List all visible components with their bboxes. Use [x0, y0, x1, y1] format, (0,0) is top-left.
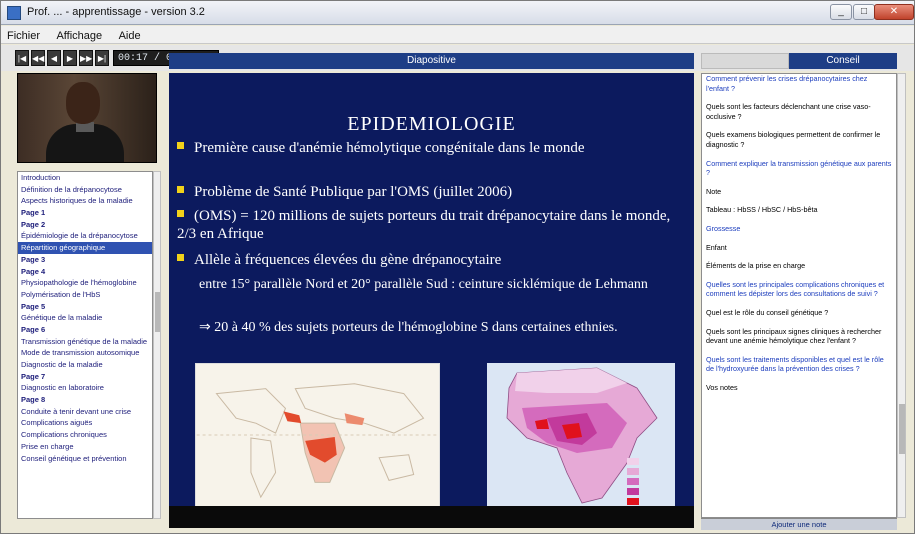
slide-title: EPIDEMIOLOGIE	[347, 113, 516, 135]
first-slide-button[interactable]: |◀	[15, 50, 29, 66]
speaker-video	[17, 73, 157, 163]
toc-item[interactable]: Physiopathologie de l'hémoglobine	[18, 277, 152, 289]
toc-item[interactable]: Complications chroniques	[18, 429, 152, 441]
toc-item[interactable]: Aspects historiques de la maladie	[18, 195, 152, 207]
toc-item[interactable]: Mode de transmission autosomique	[18, 347, 152, 359]
toc-item[interactable]: Conduite à tenir devant une crise	[18, 406, 152, 418]
table-of-contents: Introduction Définition de la drépanocyto…	[17, 171, 153, 519]
notes-scrollbar[interactable]	[897, 73, 906, 518]
slide-bullet: (OMS) = 120 millions de sujets porteurs …	[177, 208, 671, 242]
menu-view[interactable]: Affichage	[50, 28, 108, 44]
africa-distribution-map	[487, 363, 675, 508]
add-note-button[interactable]: Ajouter une note	[701, 518, 897, 530]
slide-bullet: Première cause d'anémie hémolytique cong…	[177, 139, 677, 157]
notes-scroll-thumb[interactable]	[899, 404, 905, 454]
toc-item[interactable]: Diagnostic en laboratoire	[18, 382, 152, 394]
toc-item[interactable]: Page 5	[18, 301, 152, 313]
toc-item[interactable]: Conseil génétique et prévention	[18, 453, 152, 465]
toc-item[interactable]: Page 1	[18, 207, 152, 219]
toc-scroll-thumb[interactable]	[155, 292, 160, 332]
minimize-button[interactable]: _	[830, 4, 852, 20]
legend-swatch	[627, 468, 639, 475]
legend-swatch	[627, 488, 639, 495]
toc-item[interactable]: Définition de la drépanocytose	[18, 184, 152, 196]
legend-swatch	[627, 498, 639, 505]
toc-item[interactable]: Épidémiologie de la drépanocytose	[18, 230, 152, 242]
toc-item[interactable]: Page 8	[18, 394, 152, 406]
note-entry[interactable]: Quel est le rôle du conseil génétique ?	[702, 308, 896, 318]
slide-subpoint: ⇒ 20 à 40 % des sujets porteurs de l'hém…	[199, 320, 618, 335]
note-entry[interactable]: Éléments de la prise en charge	[702, 261, 896, 271]
menu-bar: Fichier Affichage Aide	[1, 26, 914, 44]
slide-view: EPIDEMIOLOGIE Première cause d'anémie hé…	[169, 73, 694, 518]
world-distribution-map	[195, 363, 440, 508]
slide-bullet: Problème de Santé Publique par l'OMS (ju…	[177, 183, 677, 201]
toc-item[interactable]: Page 2	[18, 219, 152, 231]
rewind-button[interactable]: ◀◀	[31, 50, 45, 66]
maximize-button[interactable]: □	[853, 4, 875, 20]
note-entry[interactable]: Tableau : HbSS / HbSC / HbS-bêta	[702, 205, 896, 215]
app-window: Prof. ... - apprentissage - version 3.2 …	[0, 0, 915, 534]
toc-item[interactable]: Page 4	[18, 266, 152, 278]
note-entry[interactable]: Vos notes	[702, 383, 896, 393]
note-entry[interactable]: Quels sont les facteurs déclenchant une …	[702, 102, 896, 121]
toc-item[interactable]: Répartition géographique	[18, 242, 152, 254]
note-entry[interactable]: Comment prévenir les crises drépanocytai…	[702, 74, 896, 93]
toc-item[interactable]: Prise en charge	[18, 441, 152, 453]
play-button[interactable]: ▶	[63, 50, 77, 66]
bullet-square-icon	[177, 186, 184, 193]
legend-swatch	[627, 458, 639, 465]
toc-item[interactable]: Page 7	[18, 371, 152, 383]
close-button[interactable]: ✕	[874, 4, 914, 20]
notes-panel: Comment prévenir les crises drépanocytai…	[701, 73, 897, 518]
fast-forward-button[interactable]: ▶▶	[79, 50, 93, 66]
toc-item[interactable]: Diagnostic de la maladie	[18, 359, 152, 371]
toc-item[interactable]: Page 6	[18, 324, 152, 336]
notes-header-tab[interactable]: Conseil	[789, 53, 897, 69]
notes-header-spacer	[701, 53, 789, 69]
note-entry[interactable]: Grossesse	[702, 224, 896, 234]
note-entry[interactable]: Quels sont les traitements disponibles e…	[702, 355, 896, 374]
menu-file[interactable]: Fichier	[1, 28, 46, 44]
toc-item[interactable]: Complications aiguës	[18, 417, 152, 429]
toc-item[interactable]: Génétique de la maladie	[18, 312, 152, 324]
slide-bullet: Allèle à fréquences élevées du gène drép…	[177, 251, 677, 269]
last-slide-button[interactable]: ▶|	[95, 50, 109, 66]
menu-help[interactable]: Aide	[113, 28, 147, 44]
slide-subpoint: entre 15° parallèle Nord et 20° parallèl…	[199, 277, 648, 292]
slide-footer-bar	[169, 506, 694, 528]
speaker-head	[66, 82, 100, 124]
bullet-square-icon	[177, 254, 184, 261]
note-entry[interactable]: Note	[702, 187, 896, 197]
bullet-square-icon	[177, 210, 184, 217]
title-bar: Prof. ... - apprentissage - version 3.2 …	[1, 1, 914, 25]
bullet-square-icon	[177, 142, 184, 149]
note-entry[interactable]: Quels sont les principaux signes cliniqu…	[702, 327, 896, 346]
toc-item[interactable]: Transmission génétique de la maladie	[18, 336, 152, 348]
app-icon	[7, 6, 21, 20]
toc-item[interactable]: Page 3	[18, 254, 152, 266]
toc-scrollbar[interactable]	[153, 171, 161, 519]
toc-item[interactable]: Polymérisation de l'HbS	[18, 289, 152, 301]
slide-header: Diapositive	[169, 53, 694, 69]
note-entry[interactable]: Comment expliquer la transmission généti…	[702, 159, 896, 178]
note-entry[interactable]: Enfant	[702, 243, 896, 253]
note-entry[interactable]: Quelles sont les principales complicatio…	[702, 280, 896, 299]
toc-item[interactable]: Introduction	[18, 172, 152, 184]
previous-button[interactable]: ◀	[47, 50, 61, 66]
note-entry[interactable]: Quels examens biologiques permettent de …	[702, 130, 896, 149]
window-title: Prof. ... - apprentissage - version 3.2	[27, 6, 205, 18]
legend-swatch	[627, 478, 639, 485]
